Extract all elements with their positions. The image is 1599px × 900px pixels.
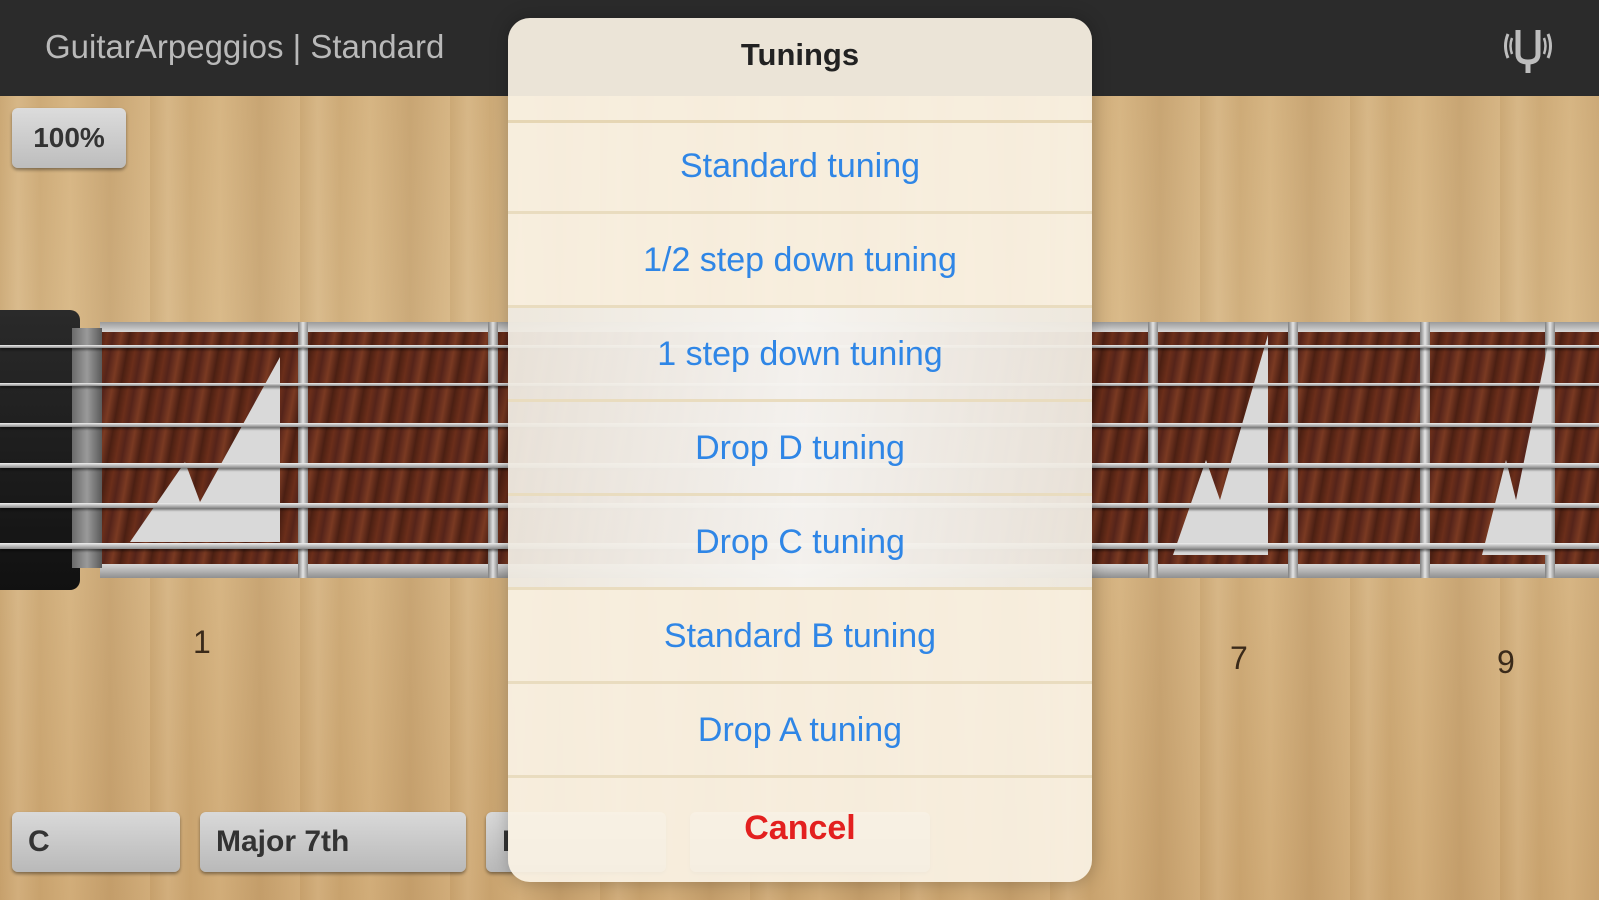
tuning-option-drop-d[interactable]: Drop D tuning <box>508 402 1092 496</box>
zoom-button[interactable]: 100% <box>12 108 126 168</box>
fret <box>1420 322 1430 578</box>
fret-number: 7 <box>1230 640 1248 676</box>
action-sheet-title: Tunings <box>508 18 1092 123</box>
nut <box>72 328 102 568</box>
fret <box>488 322 498 578</box>
app-root: GuitarArpeggios | Standard 100% 1 7 9 C … <box>0 0 1599 900</box>
key-selector-button[interactable]: C <box>12 812 180 872</box>
fret <box>1148 322 1158 578</box>
shark-fin-inlay <box>1173 335 1268 555</box>
tuning-fork-icon[interactable] <box>1500 24 1556 74</box>
tuning-option-drop-c[interactable]: Drop C tuning <box>508 496 1092 590</box>
fret-number: 1 <box>193 624 211 660</box>
tuning-option-standard-b[interactable]: Standard B tuning <box>508 590 1092 684</box>
tuning-option-drop-a[interactable]: Drop A tuning <box>508 684 1092 778</box>
cancel-button[interactable]: Cancel <box>508 778 1092 882</box>
chord-type-selector-button[interactable]: Major 7th <box>200 812 466 872</box>
tuning-option-standard[interactable]: Standard tuning <box>508 120 1092 214</box>
shark-fin-inlay <box>1482 335 1550 555</box>
tuning-option-half-step-down[interactable]: 1/2 step down tuning <box>508 214 1092 308</box>
tuning-option-one-step-down[interactable]: 1 step down tuning <box>508 308 1092 402</box>
fret <box>298 322 308 578</box>
app-title: GuitarArpeggios | Standard <box>45 28 445 65</box>
tunings-action-sheet: Tunings Standard tuning 1/2 step down tu… <box>508 18 1092 882</box>
shark-fin-inlay <box>130 357 280 542</box>
fret-number: 9 <box>1497 644 1515 680</box>
fret <box>1288 322 1298 578</box>
